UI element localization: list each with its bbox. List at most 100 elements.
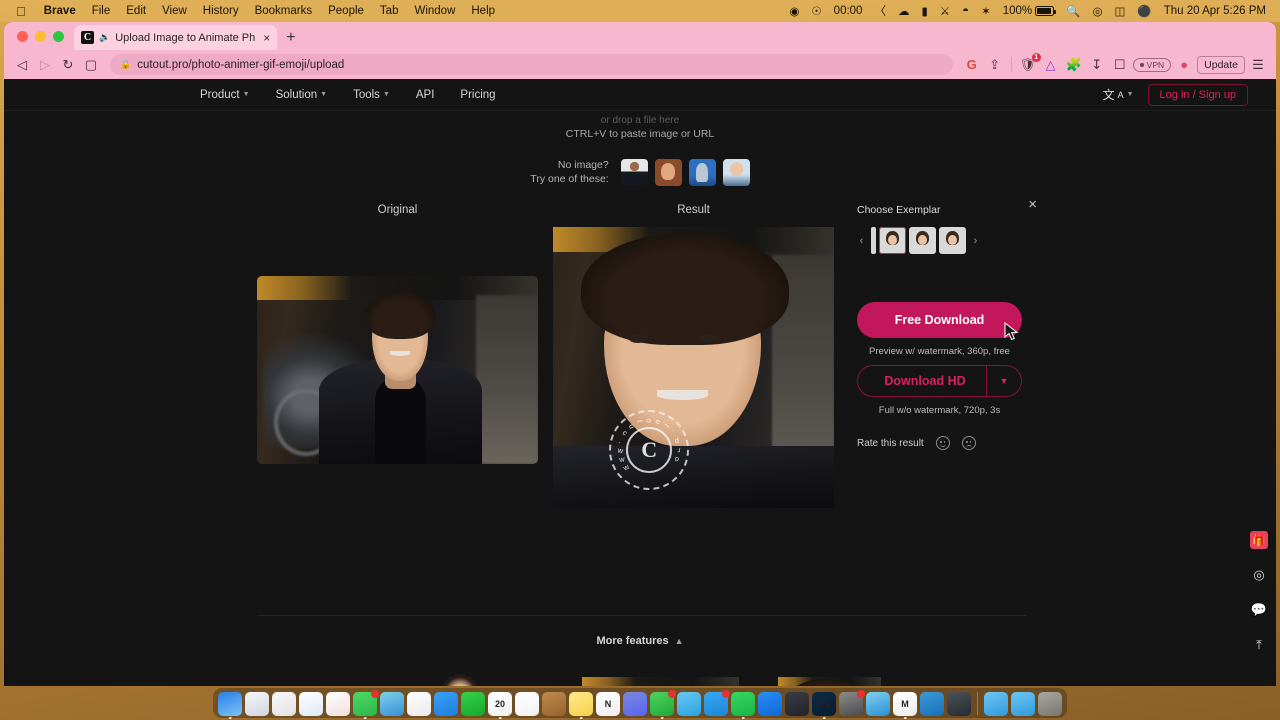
menu-tab[interactable]: Tab (372, 5, 407, 17)
hamburger-icon[interactable]: ☰ (1248, 55, 1268, 75)
download-hd-button[interactable]: Download HD ▼ (857, 365, 1022, 397)
dock-app-vs-code[interactable] (920, 692, 944, 716)
dock-app-app-store[interactable] (758, 692, 782, 716)
dock-app-downloads-folder[interactable] (984, 692, 1008, 716)
forward-arrow-icon[interactable]: ▷ (35, 55, 55, 75)
tab-audio-icon[interactable]: 🔉 (99, 32, 110, 43)
sample-baby-thumbnail[interactable] (722, 158, 750, 186)
new-tab-button[interactable]: + (277, 30, 304, 50)
language-selector[interactable]: 文 A ▼ (1103, 86, 1134, 103)
dock-app-telegram[interactable] (677, 692, 701, 716)
scroll-top-icon[interactable]: ⤒ (1250, 636, 1268, 654)
menu-history[interactable]: History (195, 5, 247, 17)
exemplar-3[interactable] (939, 227, 966, 254)
nav-solution[interactable]: Solution ▼ (276, 89, 328, 101)
menu-window[interactable]: Window (406, 5, 463, 17)
sample-man-thumbnail[interactable] (620, 158, 648, 186)
dock-app-calendar[interactable]: 20 (488, 692, 512, 719)
exemplar-edge-partial[interactable] (871, 227, 876, 254)
share-icon[interactable]: ⇪ (985, 55, 1005, 75)
dock-app-whatsapp[interactable] (650, 690, 676, 719)
menu-bookmarks[interactable]: Bookmarks (247, 5, 321, 17)
login-signup-button[interactable]: Log in / Sign up (1147, 83, 1248, 106)
menu-edit[interactable]: Edit (118, 5, 154, 17)
vpn-button[interactable]: VPN (1132, 57, 1172, 72)
puzzle-icon[interactable]: 🧩 (1064, 55, 1084, 75)
battery-status[interactable]: 100% (997, 5, 1060, 17)
dock-app-davinci-resolve[interactable] (785, 692, 809, 716)
wifi-icon[interactable]: ◓ (956, 5, 975, 17)
menu-help[interactable]: Help (463, 5, 503, 17)
record-icon[interactable]: ◉ (783, 4, 805, 18)
dock-app-photos[interactable] (407, 692, 431, 716)
dock-app-safari-tech-preview[interactable] (947, 692, 971, 716)
original-image[interactable] (257, 276, 538, 464)
feedback-icon[interactable]: 💬 (1250, 601, 1268, 619)
reload-icon[interactable]: ↻ (58, 55, 78, 75)
dock-app-chrome[interactable] (272, 692, 296, 716)
google-icon[interactable]: G (962, 55, 982, 75)
dock-app-spiral-app[interactable] (839, 690, 865, 716)
siri-icon[interactable]: ⚫ (1131, 4, 1157, 18)
close-panel-button[interactable]: × (1028, 197, 1037, 212)
update-button[interactable]: Update (1197, 55, 1245, 74)
dock-app-notion[interactable]: N (596, 692, 620, 716)
dock-app-reminders[interactable] (515, 692, 539, 716)
control-center-icon[interactable]: ◎ (1086, 4, 1108, 18)
dock-app-brave[interactable] (326, 692, 350, 716)
feature-cutout-face[interactable] (438, 672, 482, 686)
dock-app-preview[interactable] (866, 692, 890, 716)
dock-app-photoshop[interactable]: Ps (812, 692, 836, 719)
screen-share-icon[interactable]: ◫ (1109, 4, 1132, 18)
dock-app-mail[interactable] (434, 692, 458, 716)
maximize-window-button[interactable] (53, 31, 64, 42)
feature-original-photo[interactable] (582, 677, 739, 686)
dock-app-trash[interactable] (1038, 692, 1062, 716)
shield-icon[interactable]: ☉ (805, 4, 827, 18)
exemplar-2[interactable] (909, 227, 936, 254)
search-icon[interactable]: 🔍 (1060, 4, 1086, 18)
browser-tab-active[interactable]: C 🔉 Upload Image to Animate Ph × (74, 25, 278, 50)
back-arrow-icon[interactable]: ◁ (12, 55, 32, 75)
exemplar-prev-arrow[interactable]: ‹ (857, 235, 866, 247)
dock-app-metamask[interactable]: M (893, 692, 917, 719)
gift-icon[interactable]: 🎁 (1250, 531, 1268, 549)
chevron-down-icon[interactable]: ▼ (987, 376, 1021, 386)
clock-datetime[interactable]: Thu 20 Apr 5:26 PM (1158, 5, 1272, 17)
dock-app-twitter[interactable] (704, 690, 730, 716)
dock-app-messages[interactable] (353, 690, 379, 719)
dock-app-documents-folder[interactable] (1011, 692, 1035, 716)
menu-brave[interactable]: Brave (36, 5, 84, 17)
apple-menu-icon[interactable]:  (16, 5, 26, 18)
more-features-toggle[interactable]: More features ▲ (4, 635, 1276, 647)
cloud-icon[interactable]: ☁ (892, 4, 916, 18)
profile-icon[interactable]: ● (1174, 55, 1194, 75)
tab-close-icon[interactable]: × (260, 31, 270, 45)
free-download-button[interactable]: Free Download (857, 302, 1022, 338)
result-image[interactable]: www.cutout.pro C (553, 227, 834, 508)
sad-face-icon[interactable] (961, 436, 976, 450)
sidebar-icon[interactable]: ☐ (1110, 55, 1130, 75)
close-window-button[interactable] (17, 31, 28, 42)
menu-view[interactable]: View (154, 5, 195, 17)
sample-woman-thumbnail[interactable] (654, 158, 682, 186)
dock-app-discord[interactable] (623, 692, 647, 716)
timer-status[interactable]: 00:00 (828, 5, 869, 17)
smiley-face-icon[interactable] (935, 436, 950, 450)
minimize-window-button[interactable] (35, 31, 46, 42)
dock-app-facetime[interactable] (461, 692, 485, 716)
sample-statue-thumbnail[interactable] (688, 158, 716, 186)
dock-app-find-my[interactable] (380, 692, 404, 716)
dock-app-safari[interactable] (245, 692, 269, 716)
bluetooth-icon[interactable]: ✶ (975, 4, 997, 18)
dock-app-books[interactable] (542, 692, 566, 716)
nav-api[interactable]: API (416, 89, 435, 101)
nav-product[interactable]: Product ▼ (200, 89, 250, 101)
feature-watermarked-closeup[interactable]: C (778, 677, 881, 686)
keyboard-input-icon[interactable]: 〈 (868, 3, 892, 19)
address-bar[interactable]: 🔒 cutout.pro/photo-animer-gif-emoji/uplo… (110, 54, 953, 75)
menu-file[interactable]: File (84, 5, 119, 17)
dock-app-edge[interactable] (299, 692, 323, 716)
triangle-icon[interactable]: △ (1041, 55, 1061, 75)
exemplar-1[interactable] (879, 227, 906, 254)
